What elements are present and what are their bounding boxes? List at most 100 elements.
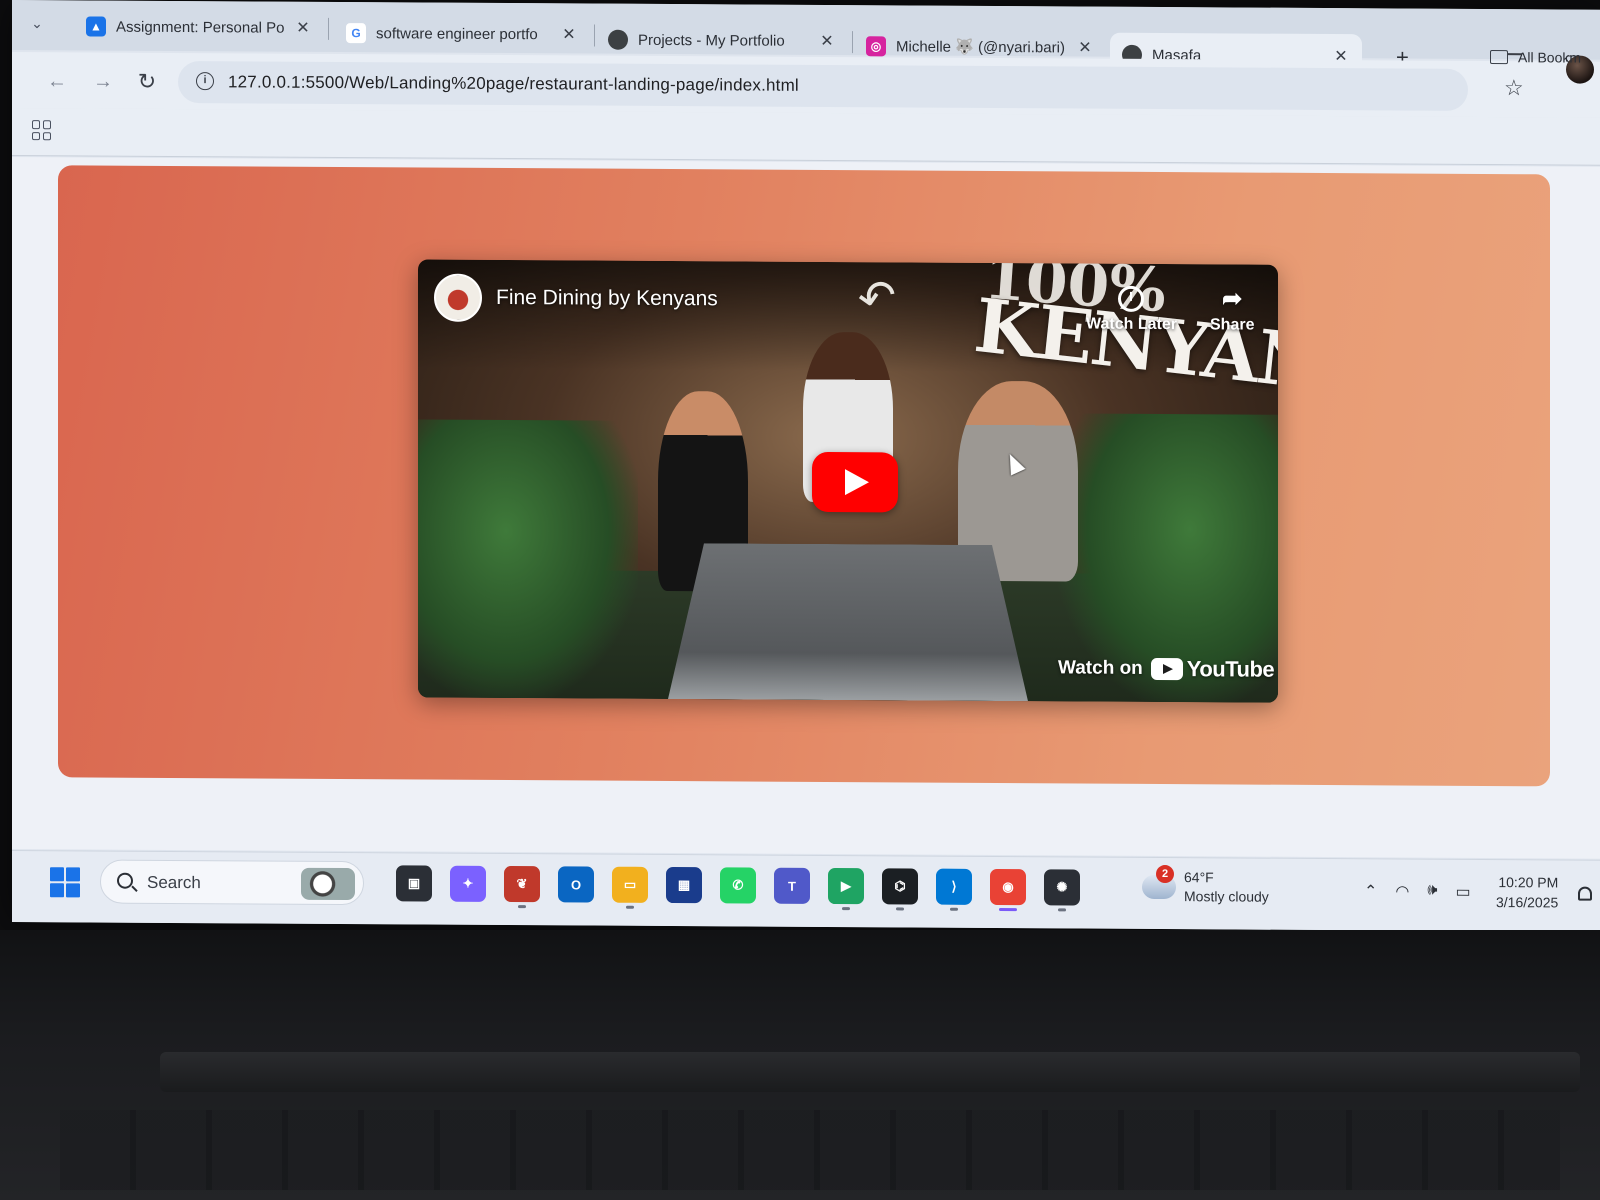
instagram-icon: ◎ <box>866 36 886 57</box>
windows-start-icon[interactable] <box>50 867 80 898</box>
tab-separator <box>852 31 853 54</box>
tab-title: Projects - My Portfolio <box>638 31 785 50</box>
github-icon[interactable]: ⌬ <box>882 868 918 911</box>
clock-icon <box>1118 285 1145 312</box>
tab-close-icon[interactable]: ✕ <box>1076 37 1094 57</box>
video-thumbnail-plant <box>418 419 638 699</box>
media-player-icon[interactable]: ▶ <box>828 867 864 911</box>
volume-icon[interactable]: 🕪 <box>1427 882 1437 902</box>
feather-app-icon[interactable]: ❦ <box>504 866 540 909</box>
vscode-icon[interactable]: ⟩ <box>936 868 972 911</box>
laptop-hinge <box>160 1052 1580 1092</box>
tab-title: software engineer portfo <box>376 24 538 43</box>
video-thumbnail-table <box>668 543 1028 701</box>
taskbar-search-box[interactable]: Search <box>100 859 364 906</box>
search-label: Search <box>147 872 201 893</box>
share-arrow-icon: ➦ <box>1222 285 1243 313</box>
back-arrow-icon[interactable]: ← <box>42 66 72 96</box>
github-glyph: ⌬ <box>894 878 906 894</box>
all-bookmarks-label: All Bookm <box>1518 49 1582 66</box>
watch-on-label: Watch on <box>1058 657 1143 679</box>
classroom-icon: ▲ <box>86 16 106 37</box>
weather-condition: Mostly cloudy <box>1184 888 1269 905</box>
curved-arrow-icon: ↶ <box>853 268 901 327</box>
tab-close-icon[interactable]: ✕ <box>818 31 836 51</box>
tab-separator <box>328 17 329 40</box>
file-explorer-icon[interactable]: ▭ <box>612 866 648 909</box>
tab-separator <box>594 24 595 47</box>
taskbar-clock[interactable]: 10:20 PM 3/16/2025 <box>1496 872 1558 912</box>
watch-on-youtube-link[interactable]: Watch on YouTube <box>1058 655 1274 682</box>
browser-tab[interactable]: Gsoftware engineer portfo ✕ <box>334 13 590 55</box>
tab-title: Michelle 🐺 (@nyari.bari) <box>896 38 1065 57</box>
google-icon: G <box>346 23 366 44</box>
tab-strip: ⌄ ▲ Assignment: Personal Po ✕ Gsoftware eng… <box>12 0 1600 79</box>
channel-avatar[interactable] <box>434 273 482 322</box>
running-indicator <box>1058 908 1066 912</box>
share-label: Share <box>1210 316 1255 334</box>
running-indicator <box>842 907 850 911</box>
system-tray: ⌃ ◠ 🕪 ▭ <box>1364 881 1471 902</box>
video-title[interactable]: Fine Dining by Kenyans <box>496 286 718 311</box>
running-indicator <box>950 907 958 911</box>
bookmarks-bar <box>12 108 1600 166</box>
tab-search-chevron-icon[interactable]: ⌄ <box>24 10 50 36</box>
chevron-up-icon[interactable]: ⌃ <box>1364 881 1377 901</box>
feather-app-glyph: ❦ <box>516 876 528 892</box>
laptop-screen: ⌄ ▲ Assignment: Personal Po ✕ Gsoftware eng… <box>12 0 1600 932</box>
outlook-glyph: O <box>570 876 582 892</box>
share-button[interactable]: ➦ Share <box>1210 285 1255 334</box>
wifi-icon[interactable]: ◠ <box>1395 881 1409 901</box>
youtube-embed[interactable]: ↶ 100% KENYAN Fine Dining by Kenyans Wat… <box>418 259 1278 703</box>
reload-icon[interactable]: ↻ <box>132 67 162 97</box>
running-indicator <box>518 905 526 909</box>
apps-grid-icon[interactable] <box>32 120 52 141</box>
clock-date: 3/16/2025 <box>1496 894 1559 911</box>
watch-later-label: Watch Later <box>1086 315 1177 334</box>
file-explorer-glyph: ▭ <box>623 876 637 892</box>
search-highlight-icon[interactable] <box>301 867 355 901</box>
vscode-glyph: ⟩ <box>951 878 957 894</box>
outlook-icon[interactable]: O <box>558 866 594 903</box>
running-indicator <box>896 907 904 911</box>
address-bar[interactable]: i 127.0.0.1:5500/Web/Landing%20page/rest… <box>178 61 1468 111</box>
weather-badge: 2 <box>1156 864 1174 884</box>
keyboard-edge <box>60 1110 1560 1190</box>
forward-arrow-icon[interactable]: → <box>88 66 118 96</box>
weather-widget[interactable]: 2 64°F Mostly cloudy <box>1142 864 1269 907</box>
task-view-glyph: ▣ <box>407 875 421 891</box>
copilot-icon[interactable]: ✦ <box>450 865 486 902</box>
globe-icon <box>608 29 628 50</box>
browser-tab[interactable]: ▲ Assignment: Personal Po ✕ <box>74 6 324 48</box>
chrome-glyph: ◉ <box>1002 879 1014 895</box>
teams-glyph: T <box>788 878 796 894</box>
tab-close-icon[interactable]: ✕ <box>560 24 578 44</box>
windows-taskbar: Search ▣ ✦ ❦ O ▭ ▦ ✆ T ▶ ⌬ ⟩ ◉ ✺ 2 64°F Mostly cloud… <box>12 850 1600 932</box>
hero-section: ↶ 100% KENYAN Fine Dining by Kenyans Wat… <box>58 165 1550 787</box>
media-player-glyph: ▶ <box>841 878 851 894</box>
microsoft-store-icon[interactable]: ▦ <box>666 866 702 904</box>
chrome-icon[interactable]: ◉ <box>990 868 1026 912</box>
teams-icon[interactable]: T <box>774 867 810 904</box>
tab-close-icon[interactable]: ✕ <box>294 18 312 38</box>
page-viewport: ↶ 100% KENYAN Fine Dining by Kenyans Wat… <box>12 157 1600 859</box>
play-button[interactable] <box>812 451 898 513</box>
site-info-icon[interactable]: i <box>196 72 214 91</box>
url-text[interactable]: 127.0.0.1:5500/Web/Landing%20page/restau… <box>228 72 799 95</box>
notification-bell-icon[interactable] <box>1578 886 1592 901</box>
cloud-icon: 2 <box>1142 864 1176 900</box>
running-indicator <box>626 905 634 909</box>
whatsapp-icon[interactable]: ✆ <box>720 867 756 904</box>
chatgpt-icon[interactable]: ✺ <box>1044 869 1080 912</box>
watch-later-button[interactable]: Watch Later <box>1086 285 1177 335</box>
all-bookmarks-button[interactable]: All Bookm <box>1490 49 1581 66</box>
battery-icon[interactable]: ▭ <box>1455 882 1470 902</box>
chatgpt-glyph: ✺ <box>1056 879 1068 895</box>
browser-toolbar: ← → ↻ i 127.0.0.1:5500/Web/Landing%20pag… <box>12 52 1600 118</box>
folder-icon <box>1490 50 1508 65</box>
bookmark-star-icon[interactable]: ☆ <box>1504 75 1524 101</box>
task-view-icon[interactable]: ▣ <box>396 865 432 902</box>
youtube-wordmark: YouTube <box>1186 656 1275 682</box>
youtube-logo: YouTube <box>1150 656 1275 683</box>
youtube-play-icon <box>1150 657 1183 681</box>
